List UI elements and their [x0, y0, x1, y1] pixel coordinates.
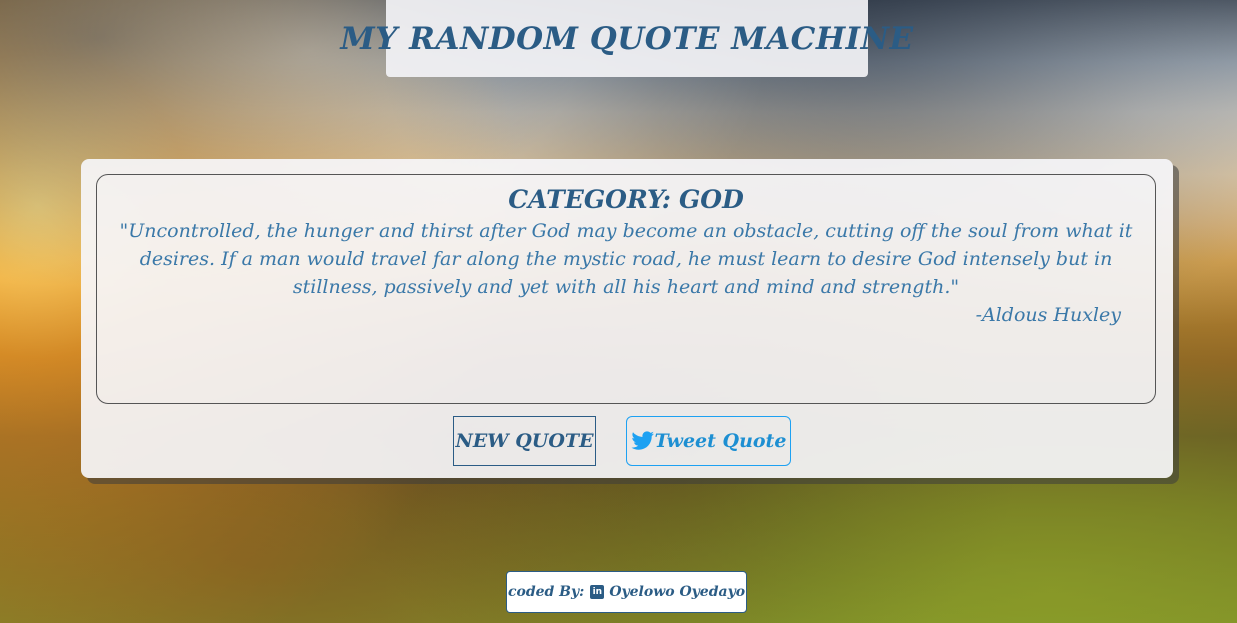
quote-text: "Uncontrolled, the hunger and thirst aft… [119, 220, 1133, 298]
header: MY RANDOM QUOTE MACHINE [340, 0, 913, 77]
coded-by-label: coded By: [507, 584, 585, 600]
category-value: GOD [678, 185, 744, 214]
quote-box: CATEGORY: GOD "Uncontrolled, the hunger a… [96, 174, 1156, 404]
quote-author: -Aldous Huxley [975, 304, 1121, 326]
category-label: CATEGORY: [508, 185, 671, 214]
new-quote-button[interactable]: NEW QUOTE [453, 416, 596, 466]
linkedin-icon: in [590, 585, 605, 599]
twitter-icon [631, 431, 654, 450]
author-link[interactable]: Oyelowo Oyedayo [609, 584, 745, 600]
quote-card: CATEGORY: GOD "Uncontrolled, the hunger a… [81, 159, 1173, 478]
footer-credit: coded By: in Oyelowo Oyedayo [506, 571, 747, 613]
page-title: MY RANDOM QUOTE MACHINE [340, 20, 914, 57]
quote-category: CATEGORY: GOD [111, 185, 1141, 215]
tweet-quote-button[interactable]: Tweet Quote [626, 416, 791, 466]
tweet-quote-label: Tweet Quote [654, 430, 787, 452]
